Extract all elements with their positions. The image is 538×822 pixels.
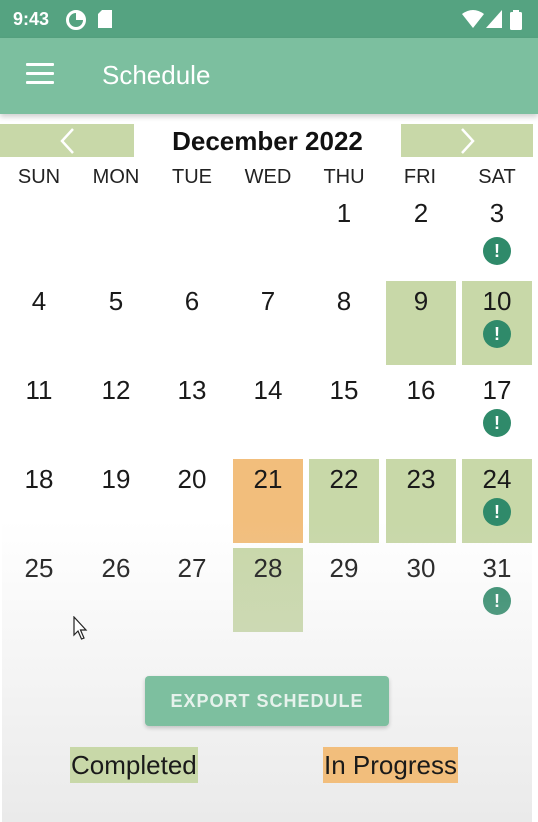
calendar-day[interactable]: 16 xyxy=(386,370,456,454)
day-number: 14 xyxy=(253,375,283,405)
day-number: 8 xyxy=(336,286,352,316)
calendar-day[interactable]: 1 xyxy=(309,198,379,282)
day-number: 19 xyxy=(101,464,131,494)
app-bar: Schedule xyxy=(0,38,538,114)
day-number: 13 xyxy=(177,375,207,405)
day-number: 11 xyxy=(25,375,53,405)
calendar-day[interactable]: 23 xyxy=(386,459,456,543)
calendar-day[interactable]: 18 xyxy=(4,459,74,543)
calendar-day[interactable]: 12 xyxy=(81,370,151,454)
alert-icon: ! xyxy=(483,409,511,437)
calendar-day[interactable]: 11 xyxy=(4,370,74,454)
day-number: 7 xyxy=(260,286,276,316)
weekday-label: TUE xyxy=(172,166,212,188)
day-number: 30 xyxy=(406,553,436,583)
weekday-label: SUN xyxy=(17,166,61,188)
calendar-day[interactable]: 22 xyxy=(309,459,379,543)
alert-icon: ! xyxy=(483,498,511,526)
calendar-day[interactable]: 10! xyxy=(462,281,532,365)
battery-icon xyxy=(510,10,522,30)
weekday-label: THU xyxy=(323,166,365,188)
day-number: 2 xyxy=(413,198,429,228)
day-number: 29 xyxy=(329,553,359,583)
day-number: 18 xyxy=(24,464,54,494)
calendar-day[interactable]: 30 xyxy=(386,548,456,632)
calendar-day[interactable]: 9 xyxy=(386,281,456,365)
month-title: December 2022 xyxy=(172,126,363,156)
calendar-day[interactable]: 13 xyxy=(157,370,227,454)
day-number: 22 xyxy=(329,464,359,494)
weekday-label: WED xyxy=(244,166,292,188)
day-number: 4 xyxy=(31,286,47,316)
alert-icon: ! xyxy=(483,320,511,348)
day-number: 25 xyxy=(24,553,54,583)
wifi-icon xyxy=(462,10,484,28)
day-number: 28 xyxy=(253,553,283,583)
data-saver-icon xyxy=(66,10,86,30)
status-time: 9:43 xyxy=(13,9,50,29)
calendar-day[interactable]: 5 xyxy=(81,281,151,365)
weekday-label: FRI xyxy=(403,166,437,188)
sd-card-icon xyxy=(98,10,112,28)
prev-month-button[interactable] xyxy=(0,124,134,157)
calendar-day[interactable]: 2 xyxy=(386,198,456,282)
calendar-day[interactable]: 27 xyxy=(157,548,227,632)
weekday-label: SAT xyxy=(478,166,516,188)
alert-icon: ! xyxy=(483,237,511,265)
day-number: 3 xyxy=(489,198,505,228)
day-number: 27 xyxy=(177,553,207,583)
day-number: 23 xyxy=(406,464,436,494)
day-number: 17 xyxy=(482,375,512,405)
day-number: 31 xyxy=(482,553,512,583)
day-number: 9 xyxy=(413,286,429,316)
calendar-day[interactable]: 17! xyxy=(462,370,532,454)
hamburger-menu-icon[interactable] xyxy=(26,63,54,85)
calendar-day[interactable]: 25 xyxy=(4,548,74,632)
weekday-label: MON xyxy=(92,166,140,188)
day-number: 21 xyxy=(253,464,283,494)
calendar-day[interactable]: 29 xyxy=(309,548,379,632)
page-title: Schedule xyxy=(102,60,211,90)
status-bar: 9:43 xyxy=(0,0,538,38)
next-month-button[interactable] xyxy=(401,124,533,157)
day-number: 10 xyxy=(482,286,512,316)
day-number: 16 xyxy=(406,375,436,405)
chevron-left-icon xyxy=(60,128,74,154)
alert-icon: ! xyxy=(483,587,511,615)
day-number: 12 xyxy=(101,375,131,405)
day-number: 15 xyxy=(329,375,359,405)
calendar-day[interactable]: 4 xyxy=(4,281,74,365)
calendar-day[interactable]: 15 xyxy=(309,370,379,454)
day-number: 5 xyxy=(108,286,124,316)
day-number: 24 xyxy=(482,464,512,494)
mouse-cursor-icon xyxy=(73,616,88,640)
signal-icon xyxy=(486,10,502,28)
calendar-day[interactable]: 28 xyxy=(233,548,303,632)
calendar-day[interactable]: 31! xyxy=(462,548,532,632)
export-schedule-button[interactable]: EXPORT SCHEDULE xyxy=(145,676,389,726)
day-number: 1 xyxy=(336,198,352,228)
calendar-day[interactable]: 3! xyxy=(462,198,532,282)
calendar-day[interactable]: 19 xyxy=(81,459,151,543)
chevron-right-icon xyxy=(461,128,475,154)
day-number: 20 xyxy=(177,464,207,494)
legend-in-progress: In Progress xyxy=(323,747,458,783)
calendar-day[interactable]: 8 xyxy=(309,281,379,365)
calendar-day[interactable]: 26 xyxy=(81,548,151,632)
calendar-day[interactable]: 21 xyxy=(233,459,303,543)
calendar-day[interactable]: 7 xyxy=(233,281,303,365)
calendar-day[interactable]: 20 xyxy=(157,459,227,543)
calendar-day[interactable]: 14 xyxy=(233,370,303,454)
calendar-day[interactable]: 6 xyxy=(157,281,227,365)
calendar-day[interactable]: 24! xyxy=(462,459,532,543)
day-number: 26 xyxy=(101,553,131,583)
day-number: 6 xyxy=(184,286,200,316)
legend-completed: Completed xyxy=(70,747,198,783)
